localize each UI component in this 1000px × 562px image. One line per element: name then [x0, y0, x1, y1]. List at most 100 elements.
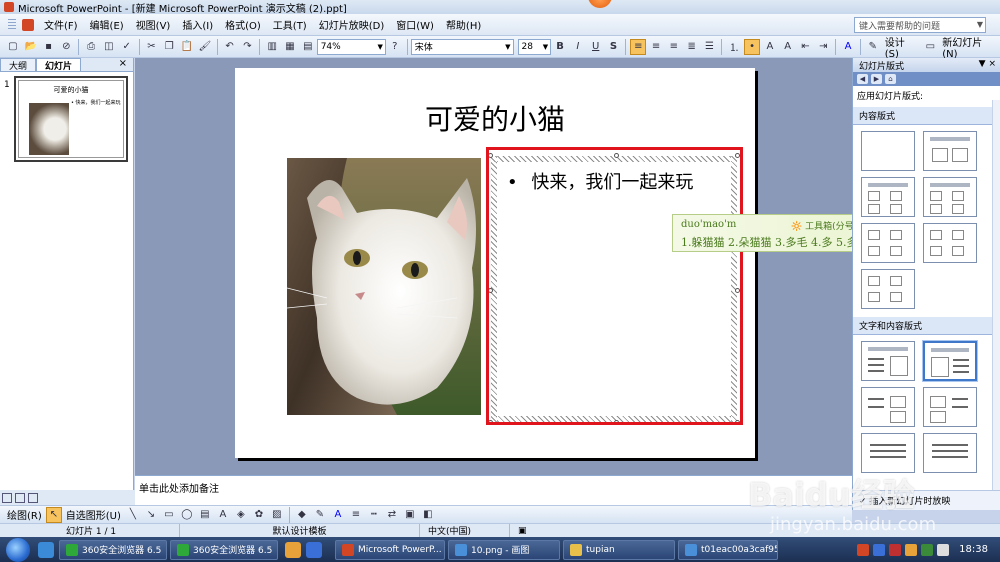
align-right-icon[interactable]: ≡: [666, 39, 682, 55]
grid-icon[interactable]: ▤: [300, 39, 316, 55]
task-pane-controls[interactable]: ▼ ×: [979, 59, 996, 69]
ime-toolbox[interactable]: 🔆 工具箱(分号): [791, 219, 857, 232]
increase-font-icon[interactable]: A: [762, 39, 778, 55]
dash-style-icon[interactable]: ┅: [366, 507, 382, 523]
back-icon[interactable]: ◀: [857, 74, 868, 84]
rectangle-icon[interactable]: ▭: [161, 507, 177, 523]
cat-photo[interactable]: [287, 158, 481, 415]
align-left-icon[interactable]: ≡: [630, 38, 647, 55]
slide-title[interactable]: 可爱的小猫: [235, 98, 755, 138]
decrease-font-icon[interactable]: A: [780, 39, 796, 55]
autoshape-menu-button[interactable]: 自选图形(U): [63, 507, 124, 522]
shadow-button[interactable]: S: [606, 39, 622, 55]
taskbar-item-paint[interactable]: 10.png - 画图: [448, 539, 560, 560]
taskbar-item-browser-1[interactable]: 360安全浏览器 6.5: [59, 539, 167, 560]
bold-button[interactable]: B: [552, 39, 568, 55]
menu-help[interactable]: 帮助(H): [440, 17, 487, 32]
select-arrow-icon[interactable]: ↖: [45, 506, 62, 523]
quicklaunch-browser-icon[interactable]: [38, 541, 54, 558]
help-search-input[interactable]: 键入需要帮助的问题 ▼: [854, 17, 986, 33]
design-icon[interactable]: ✎: [865, 39, 881, 55]
preview-icon[interactable]: ◫: [101, 39, 117, 55]
new-slide-icon[interactable]: ▭: [922, 39, 938, 55]
wordart-icon[interactable]: A: [215, 507, 231, 523]
clipart-icon[interactable]: ✿: [251, 507, 267, 523]
chart-icon[interactable]: ▥: [264, 39, 280, 55]
menu-insert[interactable]: 插入(I): [176, 17, 219, 32]
oval-icon[interactable]: ◯: [179, 507, 195, 523]
layout-text-content[interactable]: [861, 341, 915, 381]
layout-content-grid[interactable]: [861, 223, 915, 263]
underline-button[interactable]: U: [588, 39, 604, 55]
redo-icon[interactable]: ↷: [240, 39, 256, 55]
menu-window[interactable]: 窗口(W): [390, 17, 440, 32]
align-center-icon[interactable]: ≡: [648, 39, 664, 55]
layout-four-content[interactable]: [861, 177, 915, 217]
slideshow-view-icon[interactable]: [28, 492, 38, 503]
cut-icon[interactable]: ✂: [144, 39, 160, 55]
permission-icon[interactable]: ⊘: [58, 39, 74, 55]
update-icon[interactable]: [921, 543, 934, 556]
taskbar-item-folder[interactable]: tupian: [563, 539, 675, 560]
layout-title-content[interactable]: [923, 131, 977, 171]
notes-pane[interactable]: 单击此处添加备注: [135, 475, 852, 505]
tab-slides[interactable]: 幻灯片: [36, 58, 82, 72]
layout-content-grid-small[interactable]: [861, 269, 915, 309]
copy-icon[interactable]: ❐: [161, 39, 177, 55]
font-color-icon[interactable]: A: [330, 507, 346, 523]
help-icon[interactable]: ?: [387, 39, 403, 55]
start-button[interactable]: [6, 537, 30, 562]
spelling-icon[interactable]: ✓: [119, 39, 135, 55]
network-icon[interactable]: [905, 543, 918, 556]
task-pane-scrollbar[interactable]: [992, 100, 1000, 490]
arrow-style-icon[interactable]: ⇄: [384, 507, 400, 523]
line-icon[interactable]: ╲: [125, 507, 141, 523]
textbox-icon[interactable]: ▤: [197, 507, 213, 523]
line-color-icon[interactable]: ✎: [312, 507, 328, 523]
table-icon[interactable]: ▦: [282, 39, 298, 55]
layout-four-content-alt[interactable]: [923, 177, 977, 217]
fill-color-icon[interactable]: ◆: [294, 507, 310, 523]
paste-icon[interactable]: 📋: [179, 39, 195, 55]
zoom-combo[interactable]: 74% ▼: [316, 38, 386, 55]
menu-view[interactable]: 视图(V): [130, 17, 177, 32]
layout-text-content-selected[interactable]: [923, 341, 977, 381]
close-icon[interactable]: ×: [119, 58, 127, 69]
font-size-combo[interactable]: 28 ▼: [517, 38, 552, 55]
decrease-indent-icon[interactable]: ⇤: [798, 39, 814, 55]
arrow-icon[interactable]: ↘: [143, 507, 159, 523]
menu-tools[interactable]: 工具(T): [267, 17, 313, 32]
menu-slideshow[interactable]: 幻灯片放映(D): [313, 17, 391, 32]
layout-text-two-content[interactable]: [861, 387, 915, 427]
distribute-icon[interactable]: ☰: [702, 39, 718, 55]
format-painter-icon[interactable]: 🖌: [197, 39, 213, 55]
save-icon[interactable]: ▪: [41, 39, 57, 55]
clock[interactable]: 18:38: [959, 544, 988, 555]
tab-outline[interactable]: 大纲: [0, 58, 37, 72]
undo-icon[interactable]: ↶: [222, 39, 238, 55]
layout-text-over-content[interactable]: [861, 433, 915, 473]
ime-s-icon[interactable]: [857, 543, 870, 556]
justify-icon[interactable]: ≣: [684, 39, 700, 55]
taskbar-item-image[interactable]: t01eac00a3caf95e...: [678, 539, 778, 560]
quicklaunch-folder-icon[interactable]: [285, 541, 301, 558]
menu-format[interactable]: 格式(O): [219, 17, 267, 32]
font-color-icon[interactable]: A: [840, 39, 856, 55]
layout-text-two-content-alt[interactable]: [923, 387, 977, 427]
new-slide-button[interactable]: 新幻灯片(N): [939, 34, 1000, 60]
design-button[interactable]: 设计(S): [882, 34, 922, 60]
ime-candidates[interactable]: 1.躲猫猫 2.朵猫猫 3.多毛 4.多 5.多吗: [681, 234, 868, 250]
menu-file[interactable]: 文件(F): [38, 17, 84, 32]
draw-menu-button[interactable]: 绘图(R): [4, 507, 45, 522]
chevron-down-icon[interactable]: ▼: [977, 20, 983, 29]
line-style-icon[interactable]: ≡: [348, 507, 364, 523]
bullets-icon[interactable]: •: [744, 38, 760, 55]
security-icon[interactable]: [889, 543, 902, 556]
layout-content-grid-alt[interactable]: [923, 223, 977, 263]
italic-button[interactable]: I: [570, 39, 586, 55]
3d-style-icon[interactable]: ◧: [420, 507, 436, 523]
numbering-icon[interactable]: ⒈: [726, 39, 742, 55]
increase-indent-icon[interactable]: ⇥: [815, 39, 831, 55]
menu-edit[interactable]: 编辑(E): [84, 17, 130, 32]
forward-icon[interactable]: ▶: [871, 74, 882, 84]
